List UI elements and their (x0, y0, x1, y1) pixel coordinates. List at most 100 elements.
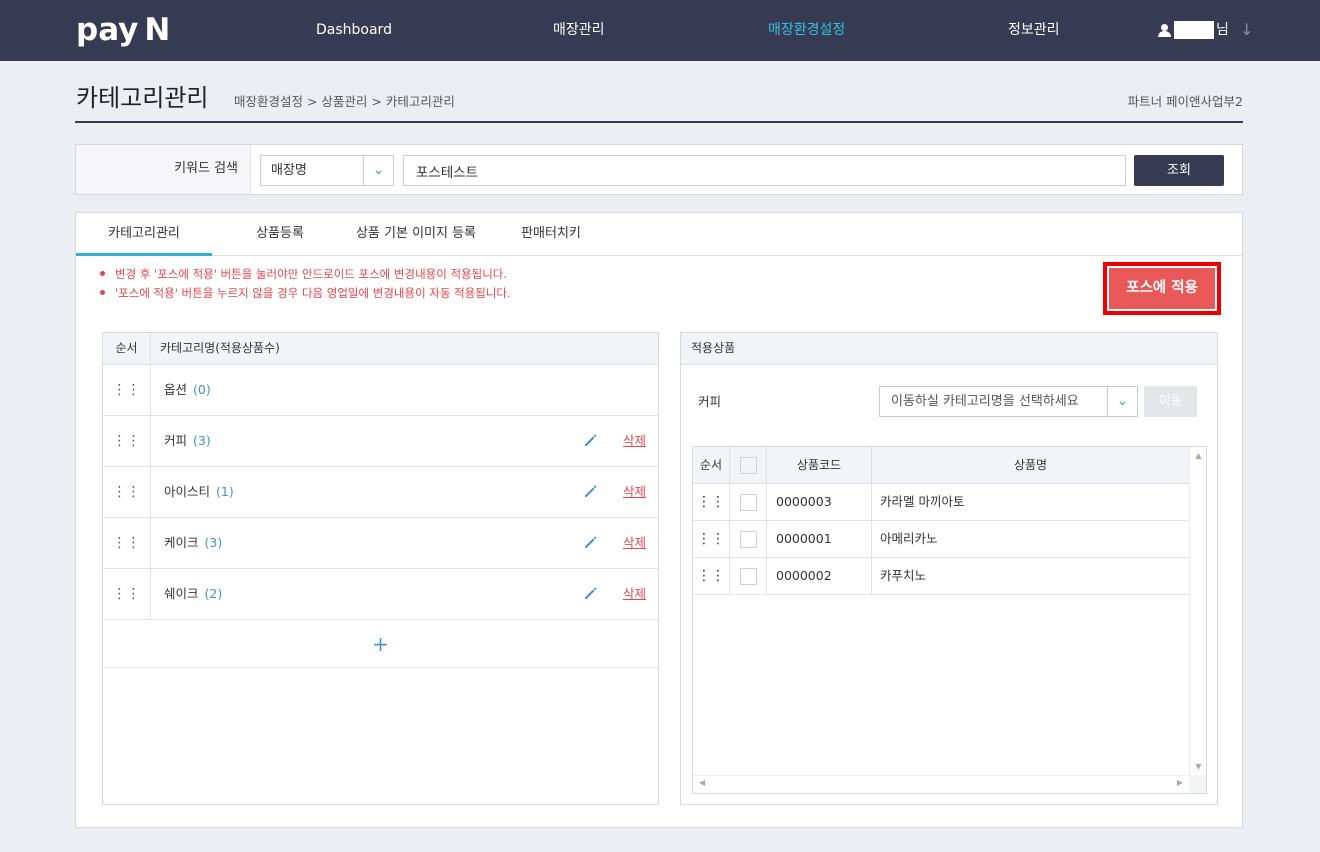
category-row[interactable]: ⋮⋮ 케이크 (3) 삭제 (103, 518, 658, 569)
payn-logo[interactable]: pay N (76, 12, 170, 48)
search-field-value: 매장명 (271, 163, 307, 178)
move-button[interactable]: 이동 (1144, 386, 1197, 417)
user-name-redacted (1174, 21, 1214, 39)
user-icon (1158, 24, 1171, 37)
top-navbar: pay N Dashboard 매장관리 매장환경설정 정보관리 님 ↓ (0, 0, 1320, 61)
breadcrumb: 매장환경설정 > 상품관리 > 카테고리관리 (234, 94, 455, 109)
scroll-up-icon[interactable]: ▲ (1190, 451, 1207, 460)
category-row[interactable]: ⋮⋮ 아이스티 (1) 삭제 (103, 467, 658, 518)
edit-pencil-icon[interactable] (583, 585, 599, 601)
drag-handle-icon[interactable]: ⋮⋮ (103, 416, 151, 466)
logo-text: pay (76, 12, 139, 48)
category-count: (3) (193, 433, 211, 448)
tab-category-management[interactable]: 카테고리관리 (76, 213, 212, 256)
tab-sales-touch-key[interactable]: 판매터치키 (508, 213, 594, 256)
title-divider (75, 121, 1243, 123)
drag-handle-icon[interactable]: ⋮⋮ (103, 467, 151, 517)
logo-mark: N (144, 12, 171, 48)
scroll-right-icon[interactable]: ▶ (1177, 778, 1183, 787)
column-header-product-code: 상품코드 (767, 447, 872, 483)
page-title: 카테고리관리 (76, 84, 209, 112)
partner-name: 파트너 페이앤사업부2 (1127, 94, 1243, 109)
product-code: 0000003 (767, 484, 872, 520)
tab-bar: 카테고리관리 상품등록 상품 기본 이미지 등록 판매터치키 (76, 213, 1242, 256)
product-name: 아메리카노 (880, 531, 938, 546)
apply-to-pos-button[interactable]: 포스에 적용 (1109, 268, 1215, 309)
notice-item: '포스에 적용' 버튼을 누르지 않을 경우 다음 영업일에 변경내용이 자동 … (100, 285, 511, 301)
tab-product-image-registration[interactable]: 상품 기본 이미지 등록 (342, 213, 490, 256)
scroll-down-icon[interactable]: ▼ (1190, 762, 1207, 771)
nav-dashboard[interactable]: Dashboard (316, 20, 392, 40)
move-category-placeholder: 이동하실 카테고리명을 선택하세요 (891, 394, 1079, 409)
product-name: 카라멜 마끼아토 (880, 494, 965, 509)
column-header-order: 순서 (103, 333, 151, 364)
product-grid-header: 순서 상품코드 상품명 (693, 447, 1189, 484)
edit-pencil-icon[interactable] (583, 483, 599, 499)
select-all-checkbox[interactable] (739, 457, 757, 474)
row-checkbox[interactable] (739, 568, 757, 585)
column-header-product-name: 상품명 (1013, 458, 1048, 472)
column-header-category-name: 카테고리명(적용상품수) (160, 341, 280, 355)
delete-link[interactable]: 삭제 (623, 483, 646, 501)
move-category-select[interactable]: 이동하실 카테고리명을 선택하세요 ⌄ (879, 386, 1138, 417)
user-name-suffix: 님 (1216, 22, 1229, 38)
drag-handle-icon[interactable]: ⋮⋮ (693, 521, 730, 557)
product-grid: 순서 상품코드 상품명 ⋮⋮ 0000003 카라멜 마끼아토 ⋮⋮ 00000… (692, 446, 1207, 794)
delete-link[interactable]: 삭제 (623, 585, 646, 603)
nav-store-management[interactable]: 매장관리 (553, 20, 605, 40)
keyword-input[interactable] (403, 155, 1126, 186)
table-row[interactable]: ⋮⋮ 0000001 아메리카노 (693, 521, 1189, 558)
category-table: 순서 카테고리명(적용상품수) ⋮⋮ 옵션 (0) ⋮⋮ 커피 (3) 삭제 ⋮⋮ … (102, 332, 659, 805)
drag-handle-icon[interactable]: ⋮⋮ (103, 518, 151, 568)
category-count: (0) (193, 382, 211, 397)
table-row[interactable]: ⋮⋮ 0000003 카라멜 마끼아토 (693, 484, 1189, 521)
applied-products-title: 적용상품 (681, 333, 1217, 365)
column-header-order: 순서 (693, 447, 730, 483)
category-name: 아이스티 (1) (164, 484, 234, 499)
search-field-select[interactable]: 매장명 ⌄ (260, 155, 394, 186)
category-count: (3) (204, 535, 223, 550)
product-code: 0000001 (767, 521, 872, 557)
category-name: 케이크 (3) (164, 535, 223, 550)
category-count: (2) (204, 586, 223, 601)
tab-product-registration[interactable]: 상품등록 (236, 213, 324, 256)
row-checkbox[interactable] (739, 531, 757, 548)
nav-info-management[interactable]: 정보관리 (1008, 20, 1060, 40)
delete-link[interactable]: 삭제 (623, 432, 646, 450)
category-name: 옵션 (0) (164, 382, 211, 397)
category-row[interactable]: ⋮⋮ 커피 (3) 삭제 (103, 416, 658, 467)
horizontal-scrollbar[interactable]: ◀ ▶ (693, 775, 1189, 793)
row-checkbox-cell (730, 521, 767, 557)
applied-products-panel: 적용상품 커피 이동하실 카테고리명을 선택하세요 ⌄ 이동 순서 상품코드 상… (680, 332, 1218, 805)
bullet-icon (100, 271, 105, 276)
edit-pencil-icon[interactable] (583, 432, 599, 448)
add-category-button[interactable]: + (103, 621, 658, 668)
select-all-cell (730, 447, 767, 483)
drag-handle-icon[interactable]: ⋮⋮ (693, 484, 730, 520)
category-count: (1) (216, 484, 234, 499)
notice-text: 변경 후 '포스에 적용' 버튼을 눌러야만 안드로이드 포스에 변경내용이 적… (115, 267, 508, 281)
category-row[interactable]: ⋮⋮ 쉐이크 (2) 삭제 (103, 569, 658, 620)
nav-store-settings[interactable]: 매장환경설정 (768, 20, 845, 40)
scroll-left-icon[interactable]: ◀ (699, 778, 705, 787)
vertical-scrollbar[interactable]: ▲ ▼ (1189, 447, 1206, 775)
row-checkbox[interactable] (739, 494, 757, 511)
category-name: 쉐이크 (2) (164, 586, 223, 601)
table-row[interactable]: ⋮⋮ 0000002 카푸치노 (693, 558, 1189, 595)
arrow-down-icon[interactable]: ↓ (1240, 20, 1253, 40)
category-name: 커피 (3) (164, 433, 211, 448)
chevron-down-icon: ⌄ (363, 156, 393, 185)
edit-pencil-icon[interactable] (583, 534, 599, 550)
drag-handle-icon[interactable]: ⋮⋮ (103, 365, 151, 415)
category-row[interactable]: ⋮⋮ 옵션 (0) (103, 365, 658, 416)
scrollbar-corner (1189, 775, 1206, 793)
current-category-label: 커피 (698, 394, 722, 409)
drag-handle-icon[interactable]: ⋮⋮ (103, 569, 151, 619)
delete-link[interactable]: 삭제 (623, 534, 646, 552)
search-button[interactable]: 조회 (1134, 155, 1224, 186)
product-name: 카푸치노 (880, 568, 927, 583)
chevron-down-icon: ⌄ (1107, 387, 1137, 416)
row-checkbox-cell (730, 558, 767, 594)
drag-handle-icon[interactable]: ⋮⋮ (693, 558, 730, 594)
row-checkbox-cell (730, 484, 767, 520)
